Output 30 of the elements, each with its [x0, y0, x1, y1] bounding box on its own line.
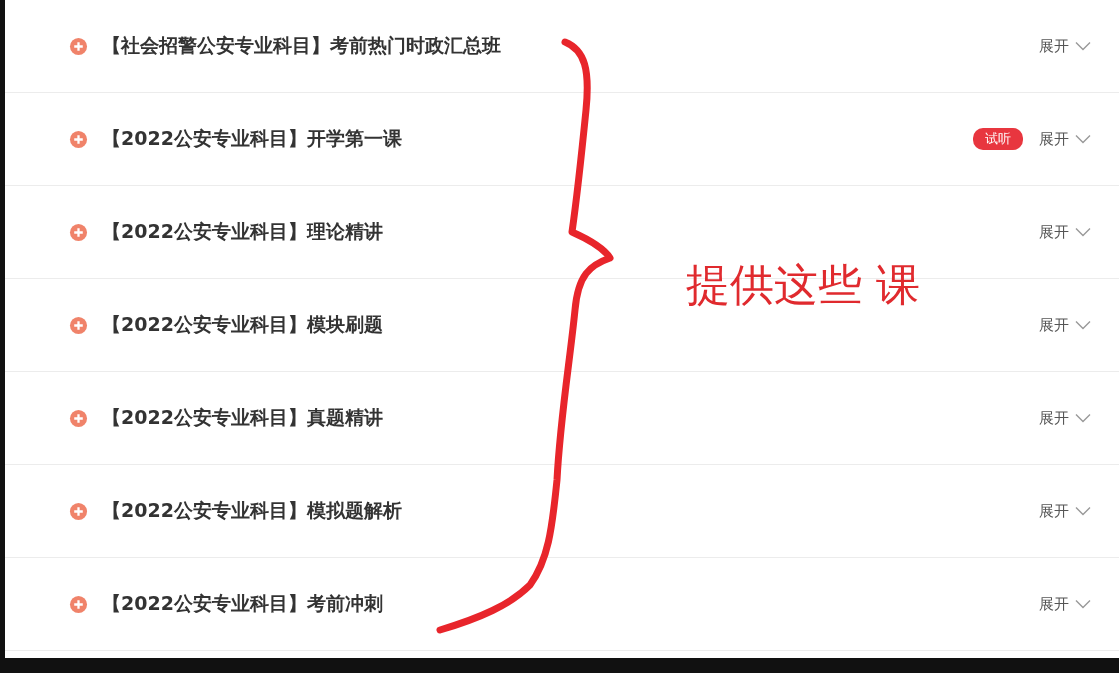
plus-icon[interactable] [69, 129, 88, 149]
chevron-down-icon [1075, 41, 1091, 51]
course-title: 【2022公安专业科目】理论精讲 [102, 219, 383, 244]
plus-icon[interactable] [69, 594, 88, 614]
chevron-down-icon [1075, 134, 1091, 144]
course-title: 【2022公安专业科目】开学第一课 [102, 126, 402, 151]
trial-badge: 试听 [973, 128, 1023, 150]
course-title: 【社会招警公安专业科目】考前热门时政汇总班 [102, 33, 501, 58]
expand-button[interactable]: 展开 [1039, 222, 1091, 242]
plus-icon[interactable] [69, 36, 88, 56]
course-title: 【2022公安专业科目】模拟题解析 [102, 498, 402, 523]
expand-button[interactable]: 展开 [1039, 408, 1091, 428]
plus-icon[interactable] [69, 501, 88, 521]
course-title: 【2022公安专业科目】考前冲刺 [102, 591, 383, 616]
plus-icon[interactable] [69, 408, 88, 428]
chevron-down-icon [1075, 320, 1091, 330]
course-title: 【2022公安专业科目】模块刷题 [102, 312, 383, 337]
chevron-down-icon [1075, 506, 1091, 516]
expand-button[interactable]: 展开 [1039, 36, 1091, 56]
chevron-down-icon [1075, 227, 1091, 237]
course-title: 【2022公安专业科目】真题精讲 [102, 405, 383, 430]
expand-button[interactable]: 展开 [1039, 501, 1091, 521]
plus-icon[interactable] [69, 222, 88, 242]
expand-button[interactable]: 展开 [1039, 594, 1091, 614]
expand-button[interactable]: 展开 [1039, 129, 1091, 149]
plus-icon[interactable] [69, 315, 88, 335]
chevron-down-icon [1075, 599, 1091, 609]
annotation-text: 提供这些 课 [686, 258, 920, 312]
expand-button[interactable]: 展开 [1039, 315, 1091, 335]
chevron-down-icon [1075, 413, 1091, 423]
